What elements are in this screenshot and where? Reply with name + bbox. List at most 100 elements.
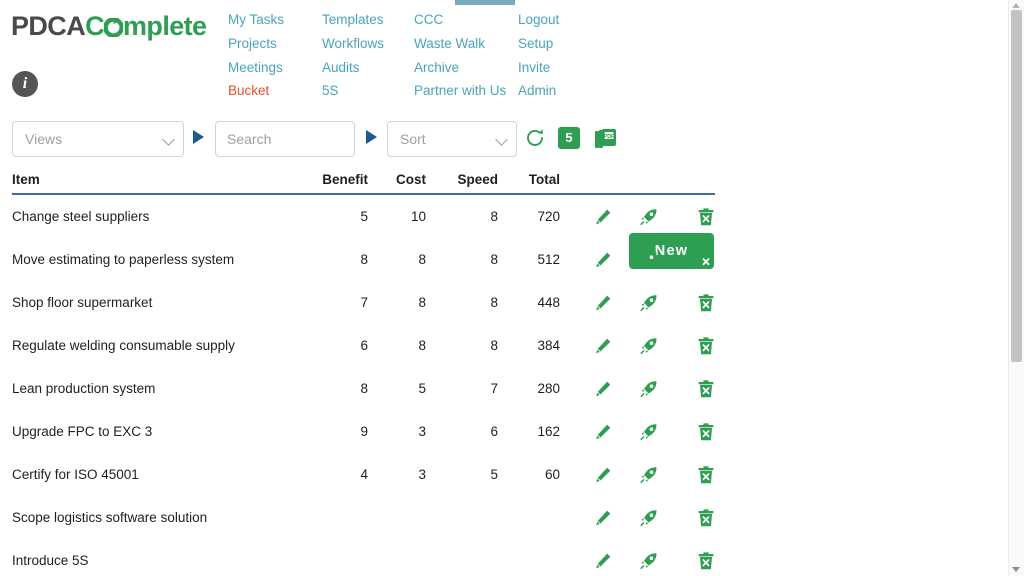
rocket-launch-icon[interactable]: [640, 466, 658, 483]
cell-action-rocket-launch: [612, 238, 658, 281]
info-icon[interactable]: i: [12, 71, 38, 97]
rocket-launch-icon[interactable]: [640, 509, 658, 526]
table-row: Scope logistics software solution: [12, 496, 715, 539]
edit-pencil-icon[interactable]: [594, 337, 612, 353]
edit-pencil-icon[interactable]: [594, 380, 612, 396]
rocket-launch-icon[interactable]: [640, 337, 658, 354]
sort-select[interactable]: Sort: [387, 121, 517, 157]
nav-item-admin[interactable]: Admin: [518, 79, 559, 103]
cell-item[interactable]: Scope logistics software solution: [12, 496, 308, 539]
cell-total: [498, 539, 560, 576]
cell-benefit: 4: [360, 467, 368, 482]
cell-item[interactable]: Lean production system: [12, 367, 308, 410]
record-count-badge[interactable]: 5: [558, 127, 580, 149]
cell-item[interactable]: Certify for ISO 45001: [12, 453, 308, 496]
refresh-icon[interactable]: [524, 127, 546, 154]
cell-total: 448: [537, 295, 560, 310]
column-header-action-delete: [658, 172, 715, 195]
nav-item-logout[interactable]: Logout: [518, 8, 559, 32]
edit-pencil-icon[interactable]: [594, 552, 612, 568]
cell-benefit: 6: [360, 338, 368, 353]
cell-speed: 8: [490, 252, 498, 267]
cell-speed: 7: [490, 381, 498, 396]
column-header-benefit[interactable]: Benefit: [308, 172, 368, 195]
nav-item-my-tasks[interactable]: My Tasks: [228, 8, 284, 32]
nav-item-projects[interactable]: Projects: [228, 32, 284, 56]
cell-speed: 6: [490, 424, 498, 439]
column-header-item[interactable]: Item: [12, 172, 308, 195]
nav-item-ccc[interactable]: CCC: [414, 8, 506, 32]
nav-item-waste-walk[interactable]: Waste Walk: [414, 32, 506, 56]
cell-action-delete-trash: [658, 324, 715, 367]
cell-action-rocket-launch: [612, 453, 658, 496]
delete-trash-icon[interactable]: [697, 207, 715, 225]
cell-total: 162: [537, 424, 560, 439]
cell-item[interactable]: Shop floor supermarket: [12, 281, 308, 324]
cell-item[interactable]: Upgrade FPC to EXC 3: [12, 410, 308, 453]
chevron-down-icon: [495, 133, 508, 146]
cell-item[interactable]: Move estimating to paperless system: [12, 238, 308, 281]
nav-item-meetings[interactable]: Meetings: [228, 56, 284, 80]
cell-action-edit-pencil: [560, 453, 612, 496]
delete-trash-icon[interactable]: [697, 336, 715, 354]
nav-item-partner-with-us[interactable]: Partner with Us: [414, 79, 506, 103]
items-table: Item Benefit Cost Speed Total Change ste…: [12, 172, 715, 576]
cell-action-rocket-launch: [612, 539, 658, 576]
column-header-speed[interactable]: Speed: [426, 172, 498, 195]
apply-search-play-icon[interactable]: [366, 130, 377, 144]
rocket-launch-icon[interactable]: [640, 208, 658, 225]
edit-pencil-icon[interactable]: [594, 509, 612, 525]
rocket-launch-icon[interactable]: [640, 251, 658, 268]
page-header: PDCAC mplete i My Tasks Projects Meetings…: [0, 0, 995, 110]
cell-action-delete-trash: [658, 539, 715, 576]
scrollbar-thumb[interactable]: [1011, 10, 1022, 362]
pdca-cycle-icon: [104, 18, 124, 37]
pdf-export-icon[interactable]: PDF: [594, 127, 618, 156]
delete-trash-icon[interactable]: [697, 551, 715, 569]
edit-pencil-icon[interactable]: [594, 251, 612, 267]
scroll-down-arrow-icon[interactable]: [1012, 567, 1020, 572]
nav-item-workflows[interactable]: Workflows: [322, 32, 384, 56]
cell-item[interactable]: Introduce 5S: [12, 539, 308, 576]
logo-text-complete-post: mplete: [123, 11, 207, 41]
table-row: Move estimating to paperless system 8 8 8 51…: [12, 238, 715, 281]
column-header-total[interactable]: Total: [498, 172, 560, 195]
cell-item[interactable]: Regulate welding consumable supply: [12, 324, 308, 367]
vertical-scrollbar[interactable]: [1008, 0, 1024, 576]
nav-item-bucket[interactable]: Bucket: [228, 79, 284, 103]
cell-speed: 8: [490, 295, 498, 310]
app-logo[interactable]: PDCAC mplete: [11, 10, 207, 42]
rocket-launch-icon[interactable]: [640, 423, 658, 440]
delete-trash-icon[interactable]: [697, 293, 715, 311]
delete-trash-icon[interactable]: [697, 465, 715, 483]
nav-item-archive[interactable]: Archive: [414, 56, 506, 80]
nav-item-invite[interactable]: Invite: [518, 56, 559, 80]
edit-pencil-icon[interactable]: [594, 294, 612, 310]
cell-action-edit-pencil: [560, 539, 612, 576]
table-row: Shop floor supermarket 7 8 8 448: [12, 281, 715, 324]
nav-item-templates[interactable]: Templates: [322, 8, 384, 32]
cell-cost: 3: [418, 467, 426, 482]
rocket-launch-icon[interactable]: [640, 552, 658, 569]
rocket-launch-icon[interactable]: [640, 380, 658, 397]
cell-item[interactable]: Change steel suppliers: [12, 194, 308, 238]
cell-benefit: 8: [360, 252, 368, 267]
rocket-launch-icon[interactable]: [640, 294, 658, 311]
delete-trash-icon[interactable]: [697, 422, 715, 440]
cell-action-delete-trash: [658, 281, 715, 324]
edit-pencil-icon[interactable]: [594, 208, 612, 224]
edit-pencil-icon[interactable]: [594, 466, 612, 482]
search-input[interactable]: [215, 121, 355, 157]
views-select[interactable]: Views: [12, 121, 184, 157]
delete-trash-icon[interactable]: [697, 250, 715, 268]
delete-trash-icon[interactable]: [697, 379, 715, 397]
nav-item-audits[interactable]: Audits: [322, 56, 384, 80]
scroll-up-arrow-icon[interactable]: [1012, 3, 1020, 8]
nav-item-setup[interactable]: Setup: [518, 32, 559, 56]
column-header-cost[interactable]: Cost: [368, 172, 426, 195]
edit-pencil-icon[interactable]: [594, 423, 612, 439]
logo-text-pdca: PDCA: [11, 11, 86, 41]
delete-trash-icon[interactable]: [697, 508, 715, 526]
apply-view-play-icon[interactable]: [193, 130, 204, 144]
nav-item-5s[interactable]: 5S: [322, 79, 384, 103]
